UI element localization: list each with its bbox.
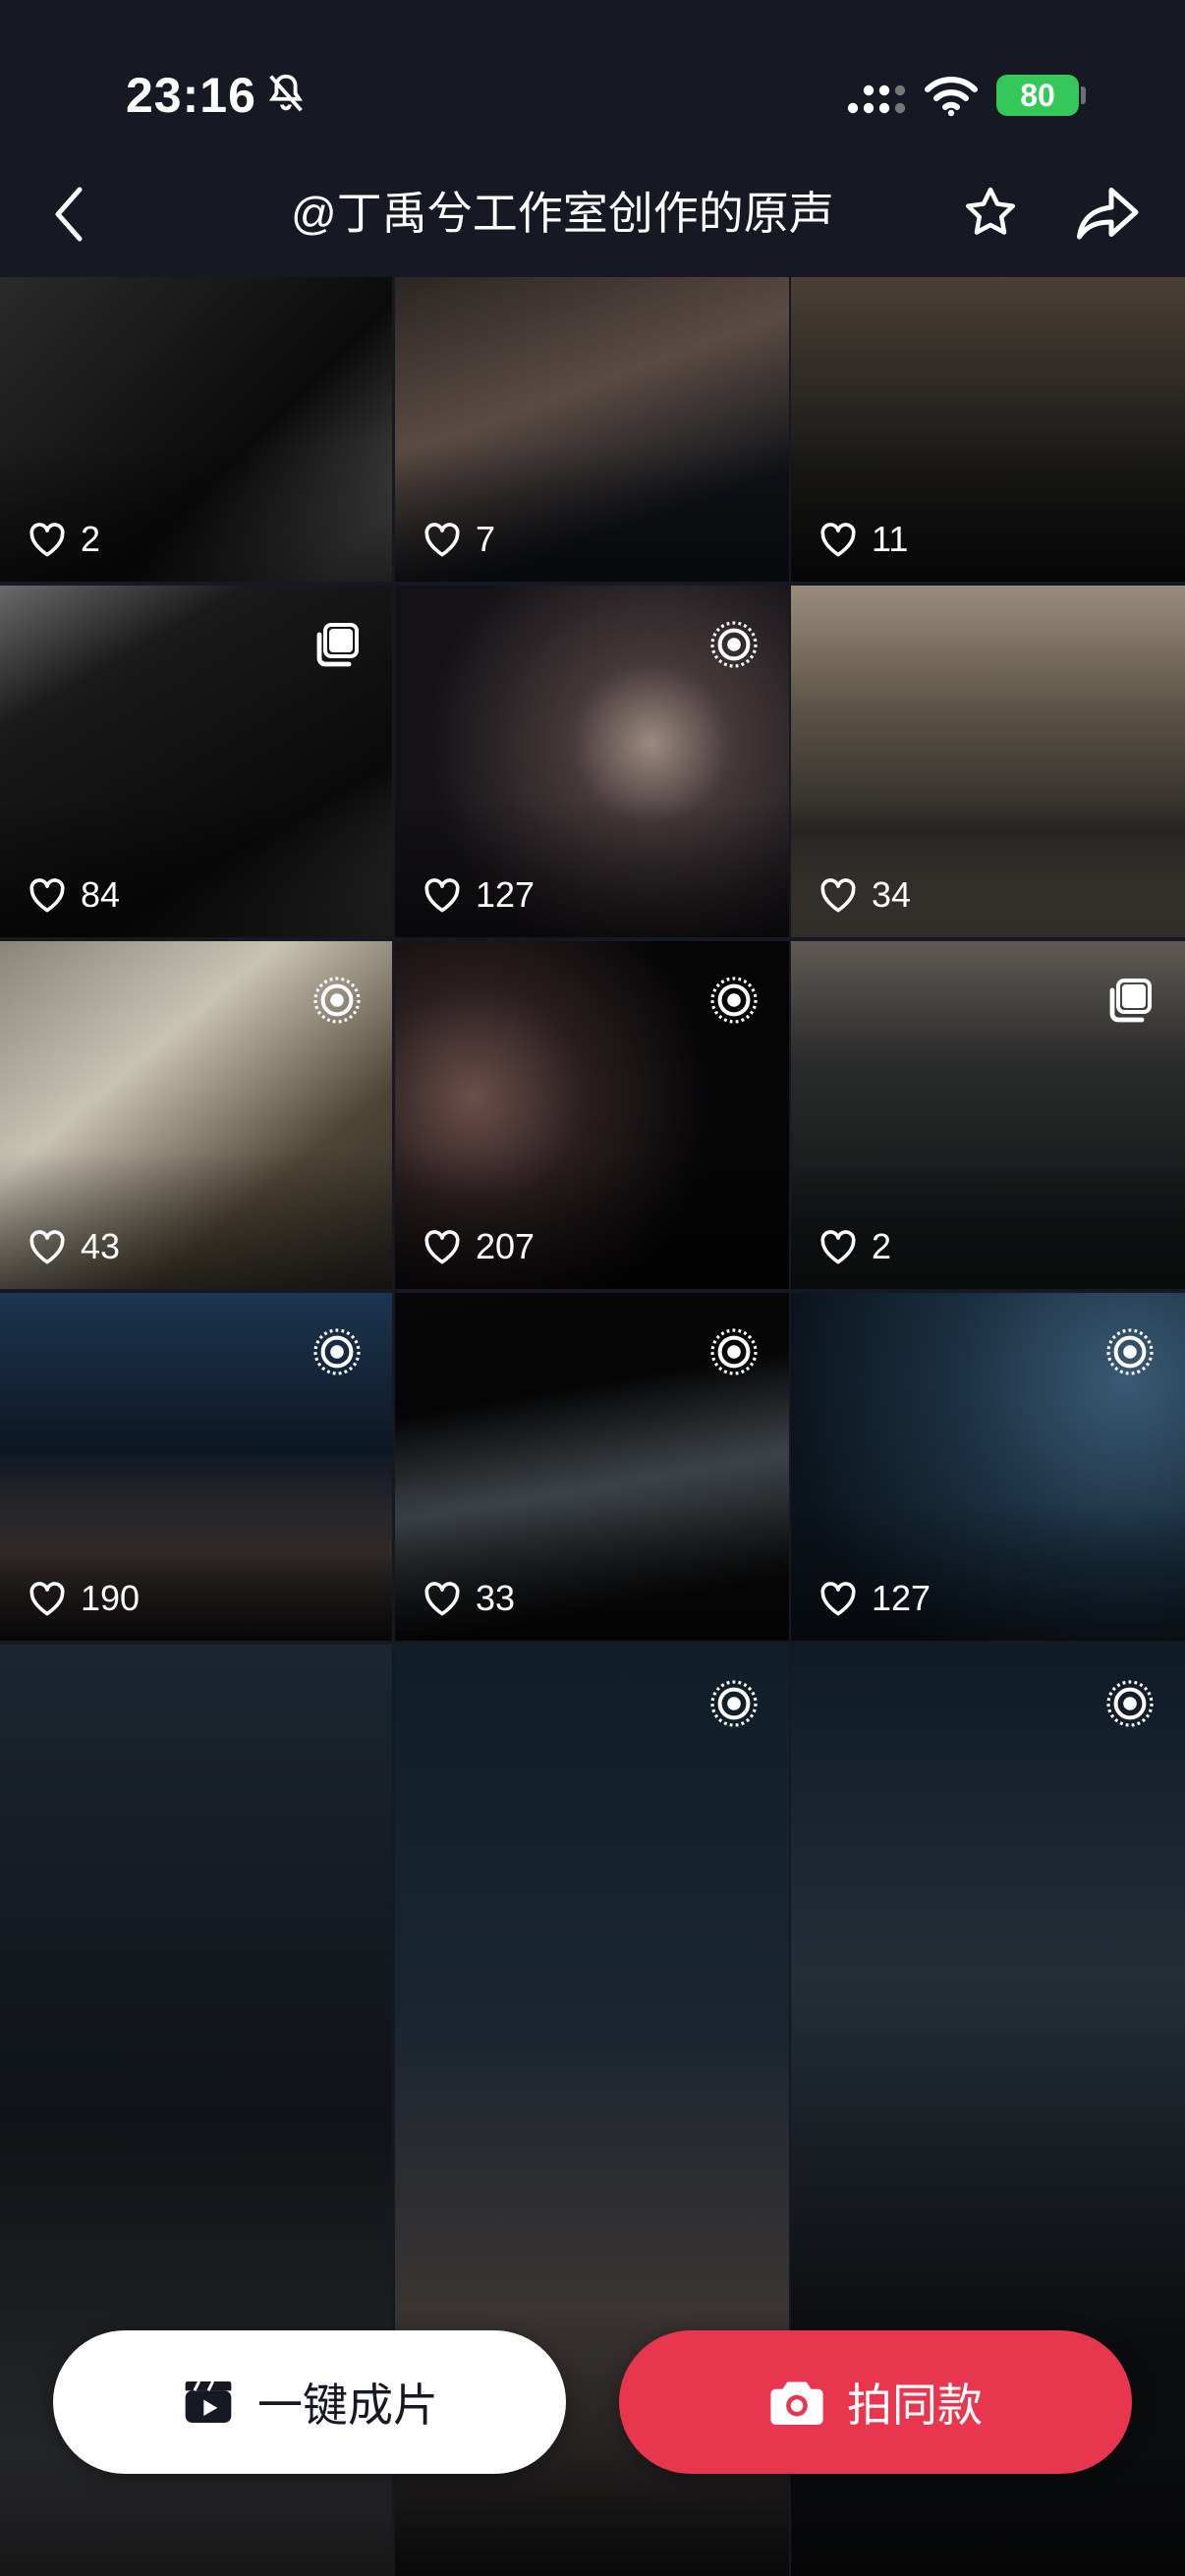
- live-photo-icon: [313, 1328, 361, 1375]
- like-count: 7: [423, 519, 495, 560]
- video-tile[interactable]: 127: [791, 1293, 1185, 1641]
- camera-icon: [770, 2381, 823, 2425]
- heart-icon: [29, 1582, 65, 1616]
- thumbnail-shade: [0, 444, 392, 582]
- share-arrow-icon: [1077, 188, 1139, 240]
- live-photo-icon: [313, 977, 361, 1024]
- like-count-value: 43: [81, 1226, 121, 1266]
- heart-icon: [424, 1582, 460, 1616]
- like-count: 34: [818, 874, 911, 916]
- multi-image-icon: [316, 623, 359, 667]
- like-count: 84: [28, 874, 120, 916]
- video-tile[interactable]: 43: [0, 941, 392, 1289]
- like-count: 190: [28, 1578, 140, 1619]
- bell-muted-icon: [269, 74, 303, 112]
- back-button[interactable]: [39, 175, 98, 253]
- heart-icon: [820, 1230, 856, 1264]
- one-click-create-button[interactable]: 一键成片: [53, 2330, 566, 2474]
- heart-icon: [820, 523, 856, 557]
- video-tile[interactable]: 11: [791, 277, 1185, 582]
- like-count: 127: [423, 874, 535, 916]
- video-tile[interactable]: 84: [0, 586, 392, 937]
- like-count-value: 34: [872, 874, 912, 915]
- thumbnail-shade: [791, 1151, 1185, 1289]
- thumbnail-shade: [0, 1503, 392, 1641]
- video-tile[interactable]: 2: [791, 941, 1185, 1289]
- like-count-value: 127: [872, 1578, 931, 1618]
- one-click-create-label: 一键成片: [257, 2380, 438, 2431]
- thumbnail-shade: [395, 444, 789, 582]
- thumbnail-shade: [395, 1151, 789, 1289]
- heart-icon: [424, 523, 460, 557]
- thumbnail-shade: [0, 800, 392, 937]
- thumbnail-shade: [791, 444, 1185, 582]
- video-tile[interactable]: 7: [395, 277, 789, 582]
- live-photo-icon: [710, 621, 758, 668]
- like-count: 127: [818, 1578, 931, 1619]
- thumbnail-shade: [791, 800, 1185, 937]
- heart-icon: [29, 1230, 65, 1264]
- live-photo-icon: [710, 1680, 758, 1727]
- video-tile[interactable]: 190: [0, 1293, 392, 1641]
- share-button[interactable]: [1067, 177, 1146, 248]
- heart-icon: [820, 1582, 856, 1616]
- cellular-signal-icon: [847, 84, 906, 114]
- star-icon: [966, 187, 1015, 235]
- video-tile[interactable]: 127: [395, 586, 789, 937]
- battery-indicator: 80: [996, 75, 1079, 116]
- like-count-value: 33: [476, 1578, 516, 1618]
- live-photo-icon: [710, 977, 758, 1024]
- video-tile[interactable]: 34: [791, 586, 1185, 937]
- like-count-value: 127: [476, 874, 536, 915]
- like-count-value: 11: [872, 519, 909, 559]
- live-photo-icon: [1106, 1680, 1154, 1727]
- like-count: 43: [28, 1226, 120, 1267]
- like-count: 207: [423, 1226, 535, 1267]
- wifi-icon: [925, 77, 978, 117]
- video-tile[interactable]: 2: [0, 277, 392, 582]
- shoot-same-label: 拍同款: [847, 2380, 983, 2431]
- heart-icon: [424, 1230, 460, 1264]
- favorite-button[interactable]: [955, 177, 1026, 248]
- thumbnail-shade: [395, 800, 789, 937]
- page-title: @丁禹兮工作室创作的原声: [291, 188, 834, 239]
- heart-icon: [29, 878, 65, 913]
- status-time: 23:16: [126, 68, 256, 123]
- like-count-value: 7: [476, 519, 496, 559]
- like-count-value: 190: [81, 1578, 141, 1618]
- like-count: 33: [423, 1578, 515, 1619]
- battery-cap: [1081, 86, 1086, 104]
- like-count: 2: [818, 1226, 891, 1267]
- like-count-value: 207: [476, 1226, 536, 1266]
- heart-icon: [424, 878, 460, 913]
- like-count-value: 84: [81, 874, 121, 915]
- shoot-same-button[interactable]: 拍同款: [619, 2330, 1132, 2474]
- heart-icon: [820, 878, 856, 913]
- chevron-left-icon: [55, 187, 83, 242]
- thumbnail-shade: [395, 1503, 789, 1641]
- multi-image-icon: [1109, 979, 1152, 1023]
- clapperboard-icon: [185, 2380, 232, 2423]
- video-grid: 2 7 11 84 127 34 43 207 2 190 33 127: [0, 277, 1185, 2576]
- like-count-value: 2: [81, 519, 101, 559]
- thumbnail-shade: [791, 1503, 1185, 1641]
- like-count: 2: [28, 519, 100, 560]
- thumbnail-shade: [0, 1151, 392, 1289]
- battery-level: 80: [1020, 77, 1055, 113]
- like-count-value: 2: [872, 1226, 892, 1266]
- video-tile[interactable]: 207: [395, 941, 789, 1289]
- status-bar: 23:16 80: [0, 0, 1185, 167]
- heart-icon: [29, 523, 65, 557]
- live-photo-icon: [1106, 1328, 1154, 1375]
- like-count: 11: [818, 519, 908, 560]
- live-photo-icon: [710, 1328, 758, 1375]
- video-tile[interactable]: 33: [395, 1293, 789, 1641]
